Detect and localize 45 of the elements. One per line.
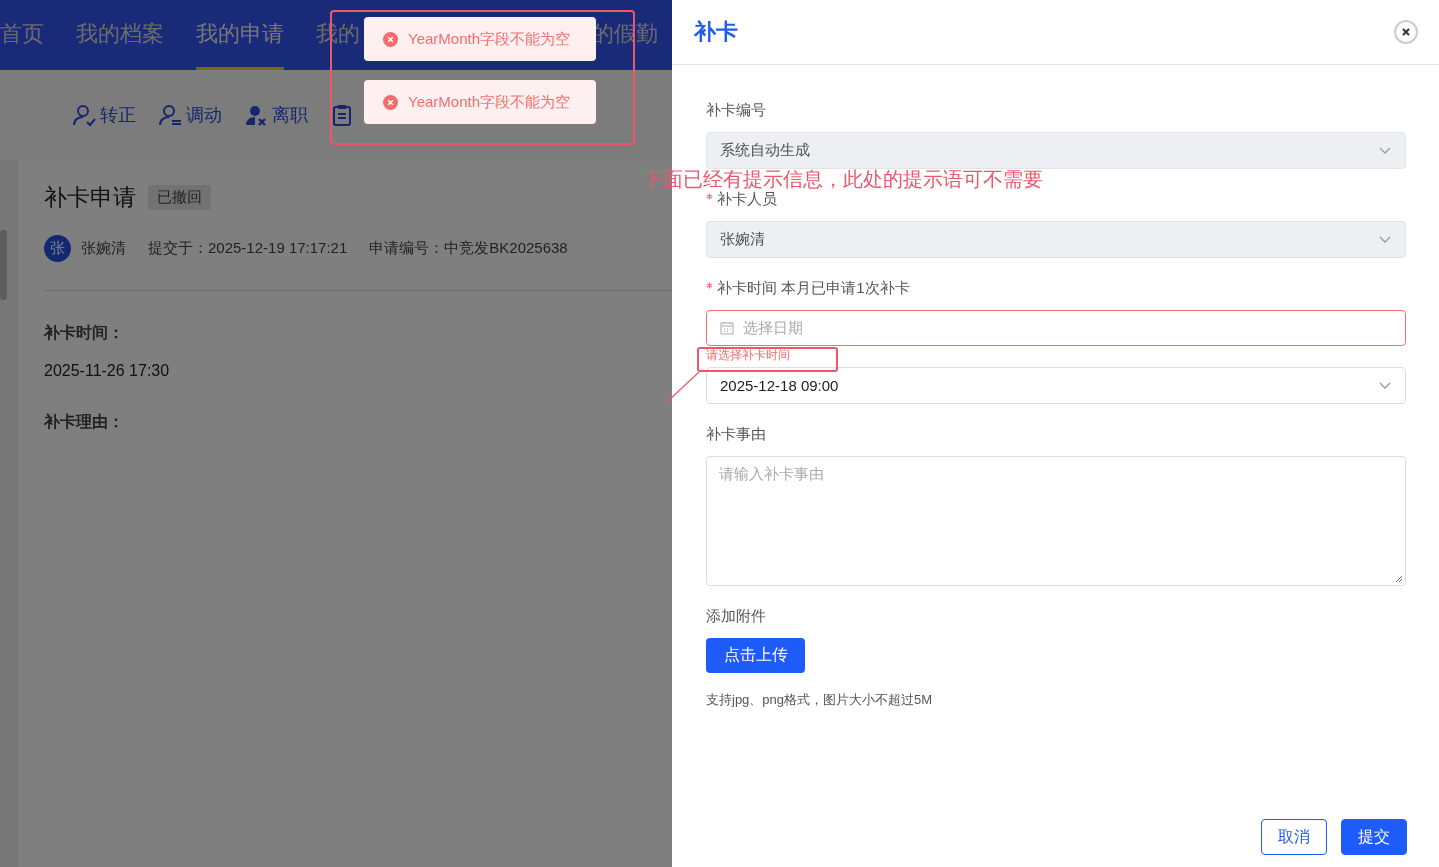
close-button[interactable] bbox=[1394, 20, 1418, 44]
user-swap-icon bbox=[158, 103, 182, 127]
application-number: 申请编号：中竞发BK2025638 bbox=[369, 239, 568, 258]
form-label: 添加附件 bbox=[706, 607, 766, 626]
nav-tab[interactable]: 首页 bbox=[0, 0, 44, 70]
error-icon bbox=[383, 94, 398, 110]
field-label: 补卡理由： bbox=[44, 412, 124, 433]
chevron-down-icon bbox=[1379, 146, 1391, 155]
error-toast: YearMonth字段不能为空 bbox=[364, 17, 596, 61]
error-icon bbox=[383, 31, 398, 47]
toolbar-button[interactable]: 调动 bbox=[158, 103, 222, 127]
cancel-button[interactable]: 取消 bbox=[1261, 819, 1327, 855]
error-message: 请选择补卡时间 bbox=[706, 347, 790, 364]
toolbar-button[interactable]: 转正 bbox=[72, 103, 136, 127]
chevron-down-icon bbox=[1379, 381, 1391, 390]
leader-line bbox=[666, 371, 700, 403]
submit-time: 提交于：2025-12-19 17:17:21 bbox=[148, 239, 348, 258]
upload-button[interactable]: 点击上传 bbox=[706, 638, 805, 673]
upload-hint: 支持jpg、png格式，图片大小不超过5M bbox=[706, 691, 934, 709]
date-field[interactable]: 选择日期 bbox=[706, 310, 1406, 346]
status-badge: 已撤回 bbox=[148, 185, 211, 210]
scrollbar-thumb[interactable] bbox=[0, 230, 7, 300]
form-label: 补卡事由 bbox=[706, 425, 766, 444]
close-icon bbox=[1401, 27, 1411, 37]
user-check-icon bbox=[72, 103, 96, 127]
reason-textarea[interactable]: 请输入补卡事由 bbox=[706, 456, 1406, 586]
avatar: 张 bbox=[44, 235, 71, 262]
form-label: 补卡人员 bbox=[717, 190, 777, 209]
page-title: 补卡申请 bbox=[44, 183, 136, 212]
select-field[interactable]: 2025-12-18 09:00 bbox=[706, 367, 1406, 404]
field-value: 2025-11-26 17:30 bbox=[44, 362, 170, 380]
nav-tab[interactable]: 我的档案 bbox=[76, 0, 164, 70]
drawer-title: 补卡 bbox=[694, 18, 738, 46]
chevron-down-icon bbox=[1379, 235, 1391, 244]
error-toast: YearMonth字段不能为空 bbox=[364, 80, 596, 124]
calendar-icon bbox=[720, 321, 734, 335]
field-label: 补卡时间： bbox=[44, 323, 124, 344]
user-remove-icon bbox=[244, 103, 268, 127]
form-label: 补卡编号 bbox=[706, 101, 766, 120]
clipboard-icon[interactable] bbox=[330, 103, 354, 127]
applicant-name: 张婉清 bbox=[81, 239, 126, 258]
submit-button[interactable]: 提交 bbox=[1341, 819, 1407, 855]
form-label: 补卡时间 本月已申请1次补卡 bbox=[717, 279, 910, 298]
toolbar-button[interactable]: 离职 bbox=[244, 103, 308, 127]
resize-handle-icon[interactable] bbox=[1395, 575, 1403, 583]
